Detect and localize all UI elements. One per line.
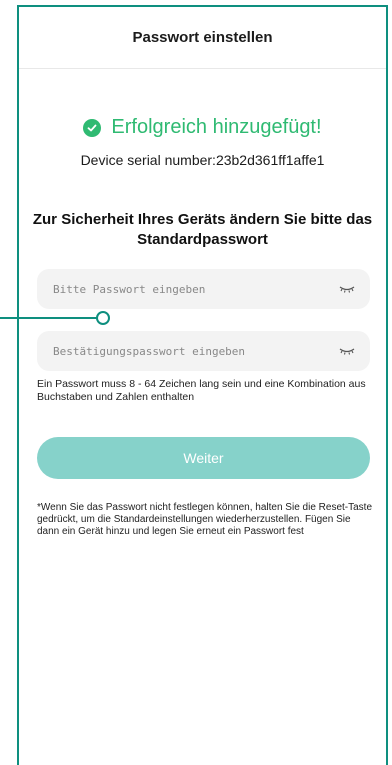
eye-closed-icon[interactable] bbox=[338, 283, 356, 295]
confirm-password-field[interactable] bbox=[37, 331, 370, 371]
next-button[interactable]: Weiter bbox=[37, 437, 370, 479]
password-requirements: Ein Passwort muss 8 - 64 Zeichen lang se… bbox=[37, 378, 366, 403]
reset-note: *Wenn Sie das Passwort nicht festlegen k… bbox=[37, 502, 373, 537]
eye-closed-icon[interactable] bbox=[338, 345, 356, 357]
confirm-password-input[interactable] bbox=[51, 343, 338, 359]
callout-line bbox=[0, 317, 100, 319]
top-bar: Passwort einstellen bbox=[19, 7, 386, 69]
callout-dot bbox=[96, 311, 110, 325]
success-text: Erfolgreich hinzugefügt! bbox=[111, 116, 322, 138]
password-field[interactable] bbox=[37, 269, 370, 309]
password-input[interactable] bbox=[51, 281, 338, 297]
check-circle-icon bbox=[83, 118, 102, 137]
device-serial: Device serial number:23b2d361ff1affe1 bbox=[80, 152, 325, 168]
success-message: Erfolgreich hinzugefügt! bbox=[19, 116, 386, 139]
instruction-heading: Zur Sicherheit Ihres Geräts ändern Sie b… bbox=[32, 211, 373, 248]
page-title: Passwort einstellen bbox=[132, 29, 273, 46]
